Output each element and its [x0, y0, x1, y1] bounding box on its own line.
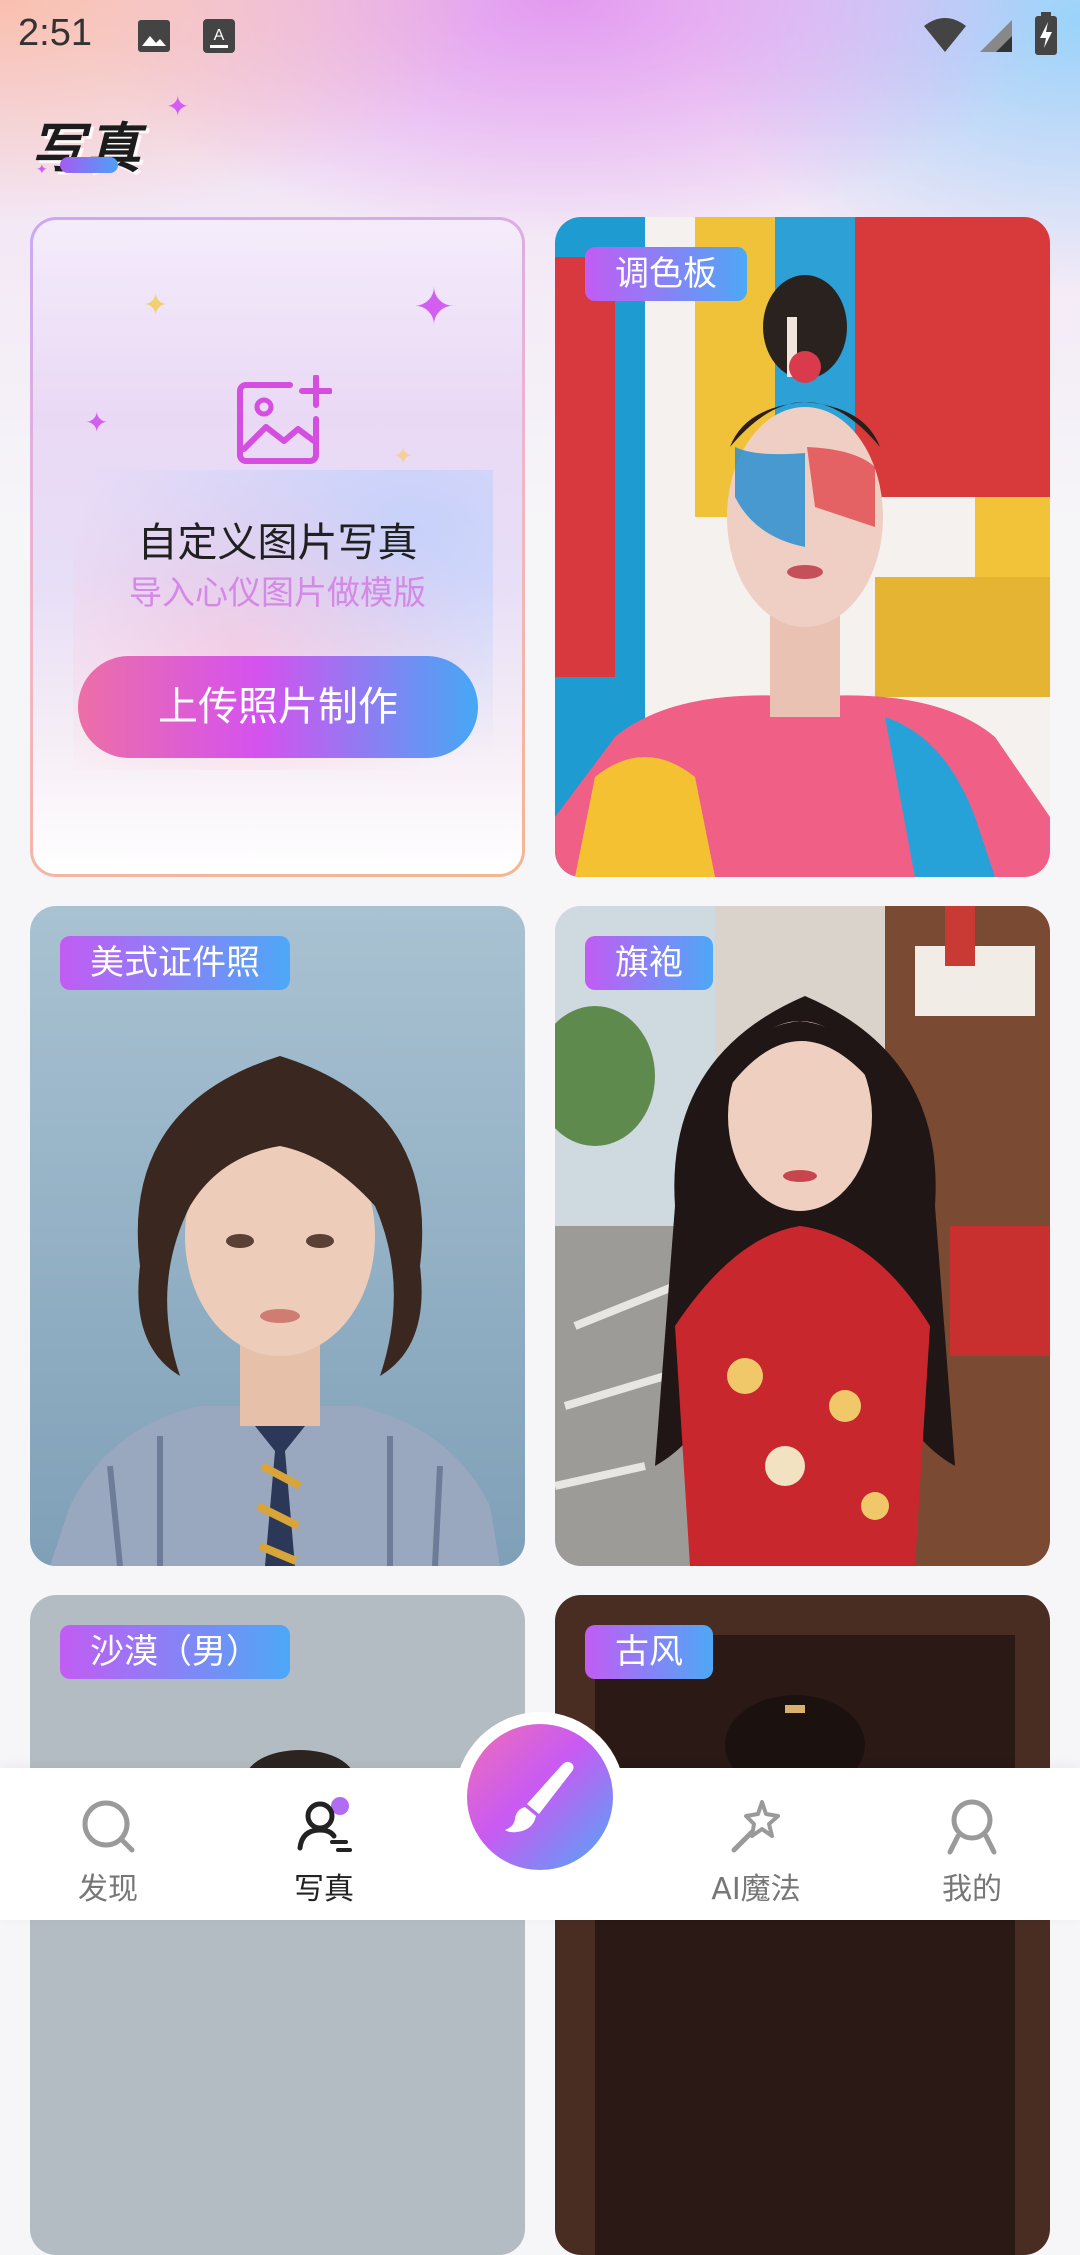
battery-charging-icon	[1035, 12, 1057, 55]
curly-hair-id-photo	[30, 906, 525, 1566]
custom-card-subtitle: 导入心仪图片做模版	[129, 573, 426, 612]
sparkle-icon: ✦	[85, 406, 109, 439]
template-tag: 旗袍	[585, 936, 713, 990]
keyboard-notification-icon: A	[203, 19, 235, 53]
nav-portrait[interactable]: 写真	[216, 1768, 432, 1920]
sparkle-icon: ✦	[166, 90, 190, 123]
create-button-inner	[467, 1724, 613, 1870]
profile-icon	[947, 1799, 997, 1855]
nav-ai-magic[interactable]: AI魔法	[648, 1768, 864, 1920]
brush-icon	[505, 1761, 574, 1833]
status-bar: 2:51 A	[0, 0, 1080, 75]
wifi-icon	[924, 18, 966, 52]
sparkle-icon: ✦	[143, 288, 169, 323]
template-card-ancient-style[interactable]: 古风	[555, 1595, 1050, 2255]
sparkle-icon: ✦	[413, 278, 455, 336]
create-button[interactable]	[455, 1712, 625, 1882]
search-icon	[82, 1800, 135, 1853]
template-tag: 调色板	[585, 247, 747, 301]
image-notification-icon	[138, 20, 170, 52]
template-card-qipao[interactable]: 旗袍	[555, 906, 1050, 1566]
custom-photo-card[interactable]: ✦ ✦ ✦ ✦ 自定义图片写真 导入心仪图片做模版 上传照片制作	[30, 217, 525, 877]
template-tag: 美式证件照	[60, 936, 290, 990]
nav-discover[interactable]: 发现	[0, 1768, 216, 1920]
nav-label: AI魔法	[711, 1872, 801, 1907]
signal-icon	[980, 20, 1012, 52]
add-image-icon	[237, 375, 332, 464]
template-card-us-id-photo[interactable]: 美式证件照	[30, 906, 525, 1566]
magic-wand-icon	[731, 1800, 780, 1853]
red-qipao-street-portrait	[555, 906, 1050, 1566]
portrait-icon	[297, 1797, 352, 1852]
nav-label: 我的	[942, 1872, 1002, 1907]
template-tag: 沙漠（男）	[60, 1625, 290, 1679]
desert-man-portrait	[30, 1595, 525, 2255]
ancient-style-portrait	[555, 1595, 1050, 2255]
sparkle-icon: ✦	[393, 442, 414, 470]
status-time: 2:51	[18, 12, 92, 54]
paint-splatter-portrait	[555, 217, 1050, 877]
template-card-desert-man[interactable]: 沙漠（男）	[30, 1595, 525, 2255]
nav-label: 写真	[294, 1872, 354, 1907]
custom-card-title: 自定义图片写真	[137, 520, 418, 566]
upload-photo-button[interactable]: 上传照片制作	[78, 656, 478, 758]
svg-text:A: A	[214, 27, 225, 44]
sparkle-icon: ✦	[36, 162, 48, 178]
template-tag: 古风	[585, 1625, 713, 1679]
nav-profile[interactable]: 我的	[864, 1768, 1080, 1920]
nav-label: 发现	[78, 1872, 138, 1907]
title-underline	[60, 157, 118, 173]
template-card-palette[interactable]: 调色板	[555, 217, 1050, 877]
